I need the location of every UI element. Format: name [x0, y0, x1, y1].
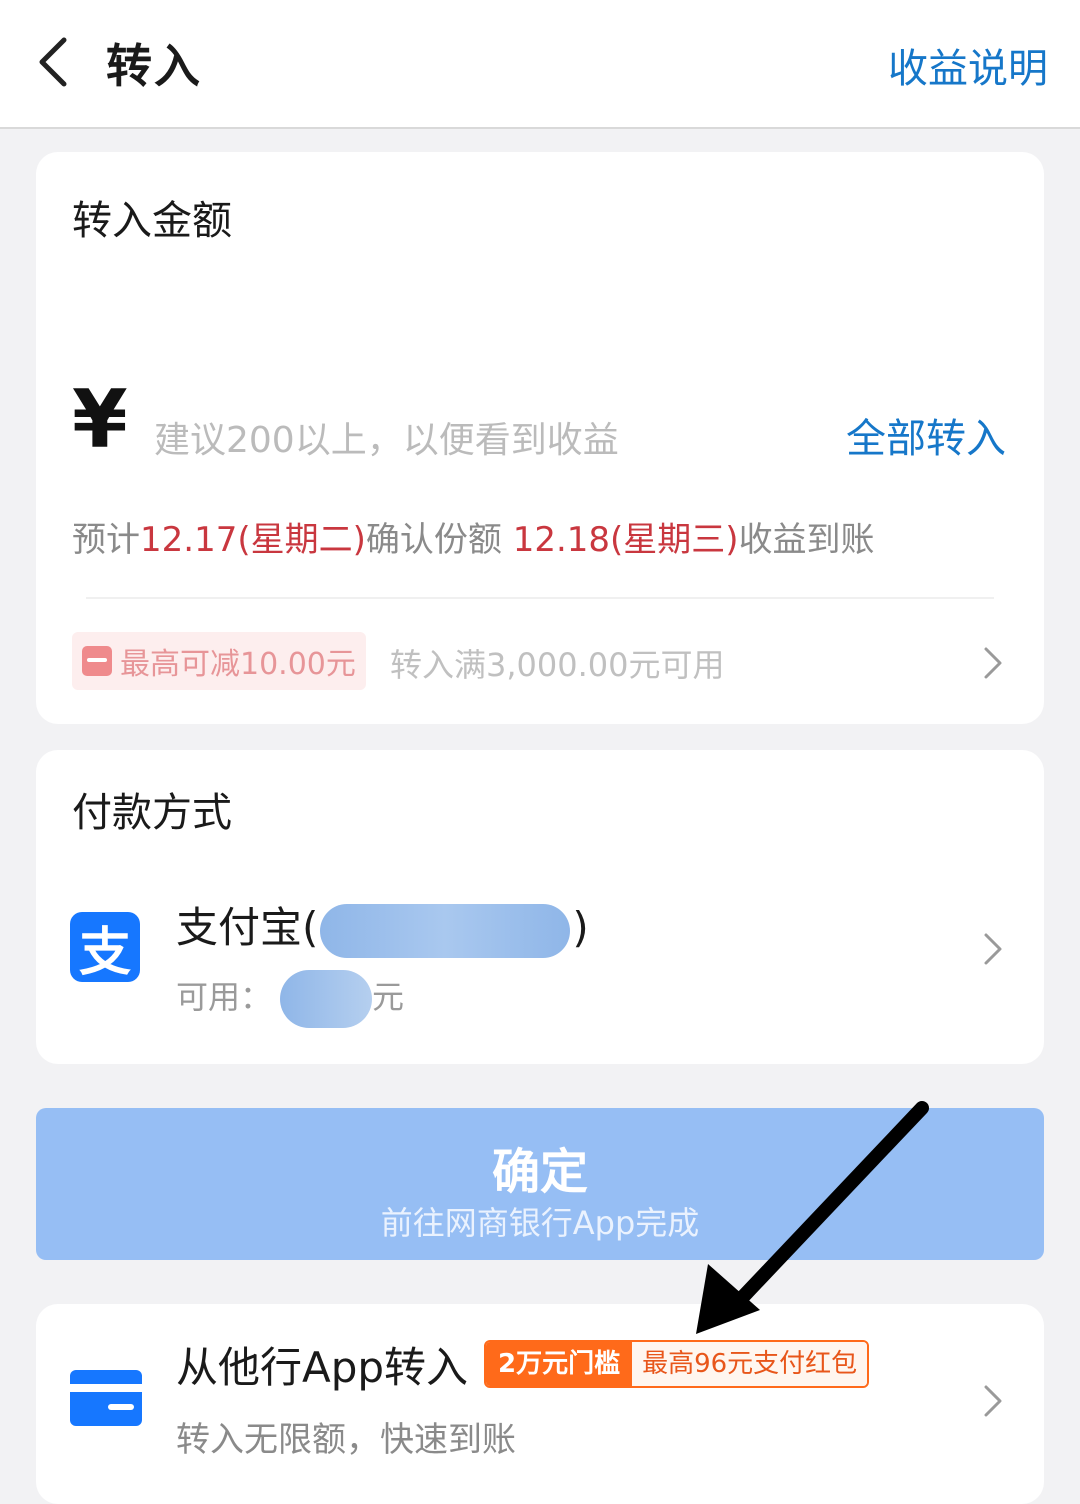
other-bank-card: 从他行App转入 2万元门槛 最高96元支付红包 转入无限额，快速到账 — [36, 1304, 1044, 1504]
currency-symbol: ¥ — [72, 373, 128, 466]
coupon-tag: 最高可减10.00元 — [72, 632, 366, 690]
coupon-label: 最高可减10.00元 — [120, 647, 356, 682]
payment-method-row[interactable]: 支付宝() 可用： 元 — [36, 890, 1044, 1028]
coupon-condition: 转入满3,000.00元可用 — [390, 646, 725, 684]
transfer-amount-card: 转入金额 ¥ 全部转入 预计12.17(星期二)确认份额 12.18(星期三)收… — [36, 152, 1044, 724]
promo-badges: 2万元门槛 最高96元支付红包 — [484, 1340, 870, 1388]
confirm-text: 确认份额 — [365, 520, 513, 560]
divider — [86, 597, 994, 599]
transfer-all-button[interactable]: 全部转入 — [846, 406, 1006, 464]
top-nav-bar: 转入 收益说明 — [0, 0, 1080, 129]
other-bank-subtitle: 转入无限额，快速到账 — [176, 1420, 516, 1460]
confirm-date: 12.17(星期二) — [140, 520, 366, 560]
available-suffix: 元 — [372, 978, 405, 1016]
chevron-right-icon — [984, 1385, 1002, 1417]
confirm-button-sublabel: 前往网商银行App完成 — [380, 1204, 700, 1242]
chevron-right-icon — [984, 647, 1002, 679]
estimate-prefix: 预计 — [72, 520, 140, 560]
confirm-button[interactable]: 确定 前往网商银行App完成 — [36, 1108, 1044, 1260]
earnings-explanation-link[interactable]: 收益说明 — [888, 36, 1048, 94]
payment-method-name: 支付宝() — [176, 894, 589, 958]
coupon-icon — [82, 646, 112, 676]
confirm-button-label: 确定 — [491, 1144, 588, 1200]
page-title: 转入 — [106, 39, 202, 93]
amount-input[interactable] — [152, 408, 716, 472]
method-name: 支付宝 — [176, 903, 303, 952]
redacted-account — [320, 903, 571, 958]
payment-section-title: 付款方式 — [72, 790, 232, 836]
reward-badge: 最高96元支付红包 — [632, 1342, 868, 1386]
payment-method-card: 付款方式 支 支付宝() 可用：元 — [36, 750, 1044, 1064]
estimate-text: 预计12.17(星期二)确认份额 12.18(星期三)收益到账 — [72, 512, 875, 561]
threshold-badge: 2万元门槛 — [486, 1342, 633, 1386]
income-date: 12.18(星期三) — [512, 520, 739, 560]
other-bank-transfer-row[interactable]: 从他行App转入 2万元门槛 最高96元支付红包 转入无限额，快速到账 — [36, 1304, 1044, 1484]
amount-section-title: 转入金额 — [72, 198, 232, 244]
back-arrow-icon[interactable] — [34, 34, 74, 90]
available-balance: 可用： 元 — [176, 970, 404, 1028]
open-paren: ( — [302, 903, 319, 952]
redacted-balance — [280, 970, 373, 1028]
close-paren: ) — [572, 903, 589, 952]
coupon-row[interactable]: 最高可减10.00元 转入满3,000.00元可用 — [36, 626, 1044, 698]
income-text: 收益到账 — [738, 520, 875, 560]
chevron-right-icon — [984, 933, 1002, 965]
bank-card-icon — [70, 1370, 142, 1426]
other-bank-title: 从他行App转入 — [176, 1343, 469, 1392]
available-prefix: 可用： — [176, 978, 273, 1016]
